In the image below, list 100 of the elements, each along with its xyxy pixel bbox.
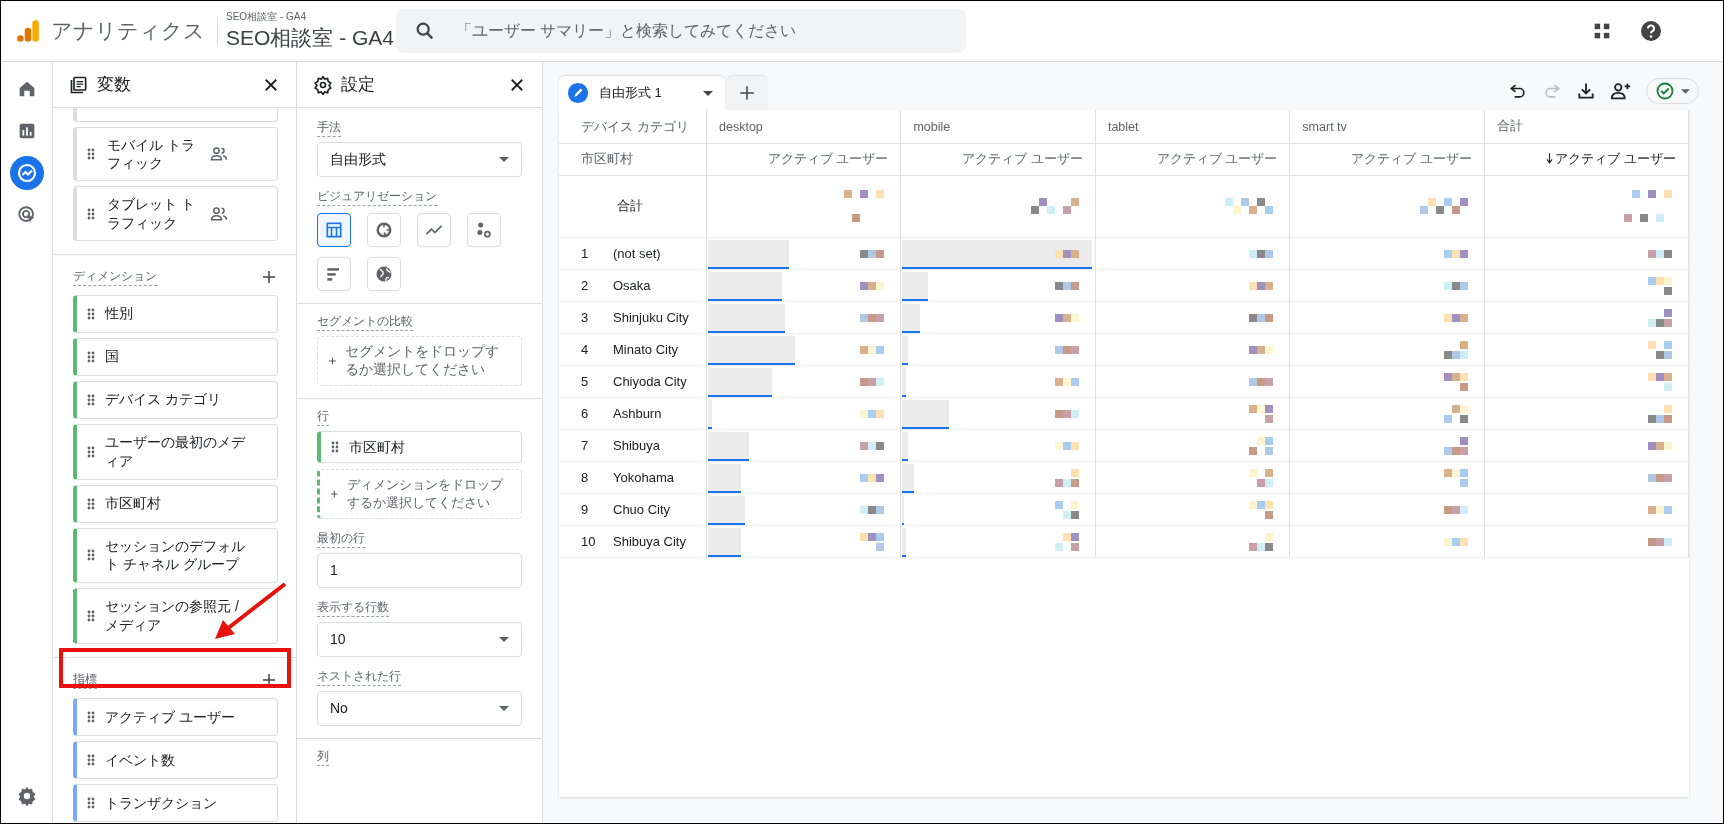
dimension-chip[interactable]: 国 <box>73 337 278 376</box>
metric-header[interactable]: アクティブ ユーザー <box>1351 149 1472 168</box>
donut-chart-icon[interactable] <box>374 220 394 240</box>
pixelated-value-drawing <box>1054 281 1079 290</box>
search-field[interactable]: 「ユーザー サマリー」と検索してみてください <box>396 9 966 53</box>
segment-chip[interactable]: モバイル トラフィック <box>73 127 278 182</box>
row-rank: 1 <box>581 246 590 261</box>
pixelated-value-drawing <box>1249 281 1274 290</box>
metric-chip[interactable]: イベント数 <box>73 741 278 780</box>
first-row-field[interactable]: 1 <box>317 552 522 588</box>
property-caption[interactable]: SEO相談室 - GA4 <box>226 10 396 24</box>
pixelated-value-drawing <box>860 532 885 551</box>
segment-drop-zone[interactable]: セグメントをドロップするか選択してください <box>317 336 522 387</box>
dimension-chip[interactable]: セッションのデフォルト チャネル グループ <box>73 527 278 584</box>
metric-chip[interactable]: トランザクション <box>73 784 278 823</box>
metric-header[interactable]: アクティブ ユーザー <box>962 149 1083 168</box>
drop-hint: セグメントをドロップするか選択してください <box>345 343 501 380</box>
drag-handle-icon[interactable] <box>87 610 95 623</box>
pixelated-value-drawing <box>860 473 885 482</box>
drop-hint: ディメンションをドロップするか選択してください <box>346 476 505 512</box>
metric-header[interactable]: アクティブ ユーザー <box>1156 149 1278 168</box>
dimension-chip[interactable]: 市区町村 <box>73 484 278 523</box>
technique-select[interactable]: 自由形式 <box>317 142 522 177</box>
pixelated-value-drawing <box>860 377 885 386</box>
pencil-icon[interactable] <box>567 82 589 104</box>
visualization-label: ビジュアリゼーション <box>317 188 437 206</box>
pixelated-value-drawing <box>1249 313 1274 322</box>
pixelated-value-drawing <box>1249 345 1274 354</box>
drag-handle-icon[interactable] <box>87 445 95 458</box>
pixelated-value-drawing <box>1648 372 1672 391</box>
row-dimension-chip[interactable]: 市区町村 <box>317 431 522 464</box>
pixelated-value-drawing <box>1443 249 1468 258</box>
property-name[interactable]: SEO相談室 - GA4 <box>226 24 396 52</box>
caret-icon[interactable] <box>499 705 509 711</box>
metrics-heading: 指標 <box>73 671 97 690</box>
pixelated-value-drawing <box>1249 404 1274 423</box>
globe-icon[interactable] <box>374 264 394 284</box>
pixelated-value-drawing <box>1648 276 1672 295</box>
dimension-chip[interactable]: セッションの参照元 / メディア <box>73 588 278 645</box>
dimension-chip[interactable]: 性別 <box>73 294 278 333</box>
drag-handle-icon[interactable] <box>87 307 95 320</box>
row-rank: 10 <box>581 534 597 549</box>
city-name: Shibuya <box>613 438 660 453</box>
caret-icon[interactable] <box>703 90 713 96</box>
row-rank: 8 <box>581 470 590 485</box>
dimension-chip[interactable]: デバイス カテゴリ <box>73 380 278 419</box>
report-tab[interactable]: 自由形式 1 <box>559 76 725 110</box>
city-name: (not set) <box>613 246 661 261</box>
help-icon[interactable] <box>1639 19 1663 43</box>
drag-handle-icon[interactable] <box>87 148 95 161</box>
analytics-logo-icon <box>15 18 41 44</box>
check-circle-icon[interactable] <box>1655 81 1675 101</box>
rows-label: 行 <box>317 408 329 427</box>
drag-handle-icon[interactable] <box>87 754 95 767</box>
metric-header[interactable]: アクティブ ユーザー <box>1555 149 1676 168</box>
nested-rows-select[interactable]: No <box>317 690 522 726</box>
drag-handle-icon[interactable] <box>87 711 95 724</box>
dimension-chip[interactable]: ユーザーの最初のメディア <box>73 423 278 480</box>
metric-header[interactable]: アクティブ ユーザー <box>767 149 889 168</box>
pixelated-value-drawing <box>1030 197 1079 214</box>
panel-title: 変数 <box>97 74 131 96</box>
download-icon[interactable] <box>1576 81 1596 101</box>
drag-handle-icon[interactable] <box>87 497 95 510</box>
pixelated-value-drawing <box>860 409 885 418</box>
pixelated-value-drawing <box>1054 468 1079 487</box>
segment-chip[interactable]: タブレット トラフィック <box>73 186 278 241</box>
nested-rows-label: ネストされた行 <box>317 667 401 686</box>
city-name: Shinjuku City <box>613 310 689 325</box>
sort-down-icon[interactable] <box>1546 153 1554 164</box>
dimension-drop-zone[interactable]: ディメンションをドロップするか選択してください <box>317 469 522 519</box>
drag-handle-icon[interactable] <box>87 207 95 220</box>
caret-icon[interactable] <box>1681 88 1690 94</box>
share-person-icon[interactable] <box>1610 80 1632 102</box>
visualization-button[interactable] <box>317 213 351 247</box>
drag-handle-icon[interactable] <box>87 549 95 562</box>
pixelated-value-drawing <box>844 189 885 222</box>
drag-handle-icon[interactable] <box>331 441 339 454</box>
drag-handle-icon[interactable] <box>87 797 95 810</box>
pixelated-value-drawing <box>1648 441 1672 450</box>
column-header[interactable]: tablet <box>1095 110 1291 144</box>
metric-chip[interactable]: アクティブ ユーザー <box>73 698 278 737</box>
drag-handle-icon[interactable] <box>87 350 95 363</box>
column-header[interactable]: smart tv <box>1290 110 1485 144</box>
column-header[interactable]: desktop <box>707 110 902 144</box>
pixelated-value-drawing <box>1249 436 1274 455</box>
pixelated-value-drawing <box>1648 473 1672 482</box>
scatter-chart-icon[interactable] <box>474 220 494 240</box>
drag-handle-icon[interactable] <box>87 393 95 406</box>
column-header[interactable]: mobile <box>901 110 1096 144</box>
add-tab-button[interactable] <box>727 76 767 110</box>
add-icon[interactable] <box>738 84 756 102</box>
caret-icon[interactable] <box>499 157 509 162</box>
pixelated-value-drawing <box>1443 537 1468 546</box>
row-count-select[interactable]: 10 <box>317 621 522 657</box>
caret-icon[interactable] <box>499 636 509 642</box>
table-icon[interactable] <box>324 220 344 240</box>
city-name: Osaka <box>613 278 651 293</box>
column-header[interactable]: 合計 <box>1484 110 1689 144</box>
pixelated-value-drawing <box>860 441 885 450</box>
row-count-label: 表示する行数 <box>317 598 389 617</box>
